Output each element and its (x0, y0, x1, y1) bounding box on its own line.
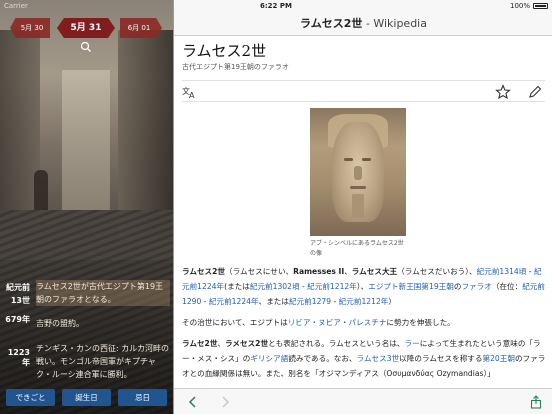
image-caption: アブ・シンベルにあるラムセス2世の像 (310, 240, 404, 257)
current-date[interactable]: 5月 31 (57, 18, 115, 38)
article-link[interactable]: 紀元前1224年 (209, 297, 259, 306)
event-year: 679年 (5, 315, 30, 324)
bold-term: ラムセス大王 (351, 267, 398, 276)
text-run: - (299, 282, 308, 291)
events-button[interactable]: できごと (6, 389, 55, 406)
bold-term: Ramesses II (293, 267, 345, 276)
paragraph-intro: ラムセス2世（ラムセスにせい、Ramesses II、ラムセス大王（ラムセスだい… (182, 264, 546, 309)
event-year: 1223年 (7, 348, 30, 367)
text-run: - (331, 297, 339, 306)
text-run: 、 (217, 339, 226, 348)
text-run: に勢力を伸張した。 (386, 318, 455, 327)
battery-percent: 100% (509, 2, 530, 10)
edit-icon[interactable] (527, 84, 543, 100)
bold-term: ラメセス2世 (225, 339, 269, 348)
text-run: 以降のラムセスを称する (399, 354, 483, 363)
next-date-button[interactable]: 6月 01 (120, 18, 162, 38)
text-run: (または (224, 282, 250, 291)
article-link[interactable]: リビア・ヌビア・パレスチナ (288, 318, 387, 327)
article-link[interactable]: 紀元前1212年 (339, 297, 389, 306)
back-icon[interactable] (186, 395, 200, 409)
text-run: ）、 (356, 282, 369, 291)
star-icon[interactable] (495, 84, 511, 100)
text-run: （在位： (491, 282, 523, 291)
text-run: ） (388, 297, 396, 306)
article-content[interactable]: ラムセス2世 古代エジプト第19王朝のファラオ 文 A アブ・シンベルにあるラム… (174, 36, 552, 388)
share-icon[interactable] (529, 395, 543, 409)
svg-text:A: A (189, 91, 195, 100)
bottom-toolbar (174, 388, 552, 414)
page-title: ラムセス2世 (182, 42, 267, 60)
text-run: 読みである。なお、 (288, 354, 357, 363)
article-link[interactable]: 紀元前1314頃 (477, 267, 527, 276)
bold-term: ラムセ2世 (182, 339, 218, 348)
battery-icon (533, 3, 548, 9)
category-bar: できごと 誕生日 忌日 (0, 386, 173, 414)
prev-date-button[interactable]: 5月 30 (10, 18, 50, 38)
text-run: 、 (344, 267, 352, 276)
article-body: ラムセス2世（ラムセスにせい、Ramesses II、ラムセス大王（ラムセスだい… (182, 264, 546, 387)
text-run: （ラムセスだいおう）、 (397, 267, 477, 276)
translate-icon[interactable]: 文 A (182, 84, 198, 100)
article-link[interactable]: 紀元前1302頃 (250, 282, 300, 291)
event-year: 紀元前13世 (6, 283, 30, 305)
article-link[interactable]: 紀元前1279 (289, 297, 331, 306)
article-link[interactable]: ラー (405, 339, 420, 348)
text-run: - (526, 267, 534, 276)
nav-title: ラムセス2世 - Wikipedia (300, 17, 427, 30)
article-toolbar: 文 A (182, 80, 545, 102)
article-link[interactable]: エジプト新王国第19王朝 (368, 282, 454, 291)
article-link[interactable]: 第20王朝 (482, 354, 514, 363)
article-link[interactable]: 紀元前1212年 (307, 282, 357, 291)
article-panel: ラムセス2世 - Wikipedia ラムセス2世 古代エジプト第19王朝のファ… (173, 0, 552, 414)
article-link[interactable]: ファラオ (461, 282, 491, 291)
search-icon[interactable] (80, 41, 92, 53)
text-run: （ラムセスにせい、 (225, 267, 294, 276)
event-text: 吉野の盟約。 (36, 319, 84, 328)
deaths-button[interactable]: 忌日 (118, 389, 167, 406)
births-button[interactable]: 誕生日 (62, 389, 111, 406)
text-run: - (201, 297, 209, 306)
forward-icon[interactable] (218, 395, 232, 409)
status-time: 6:22 PM (260, 2, 292, 10)
event-text: チンギス・カンの西征: カルカ河畔の戦い。モンゴル帝国軍がキプチャク・ルーシ連合… (36, 344, 169, 379)
article-link[interactable]: ラムセス3世 (357, 354, 400, 363)
text-run: その治世において、エジプトは (182, 318, 288, 327)
paragraph-reign: その治世において、エジプトはリビア・ヌビア・パレスチナに勢力を伸張した。 (182, 315, 546, 330)
history-panel: 5月 30 5月 31 6月 01 紀元前13世 ラムセス2世が古代エジプト第1… (0, 0, 173, 414)
paragraph-name: ラムセ2世、ラメセス2世とも表記される。ラムセスという名は、ラーによって生まれた… (182, 336, 546, 381)
status-bar: Carrier 6:22 PM 100% (0, 0, 552, 12)
article-link[interactable]: ギリシア語 (250, 354, 288, 363)
text-run: とも表記される。ラムセスという名は、 (268, 339, 405, 348)
text-run: 、または (258, 297, 289, 306)
ramesses-statue-image[interactable] (310, 108, 406, 236)
event-text: ラムセス2世が古代エジプト第19王朝のファラオとなる。 (36, 280, 170, 306)
date-navigator: 5月 30 5月 31 6月 01 (0, 18, 173, 38)
bold-term: ラムセス2世 (182, 267, 226, 276)
page-description: 古代エジプト第19王朝のファラオ (182, 63, 289, 71)
